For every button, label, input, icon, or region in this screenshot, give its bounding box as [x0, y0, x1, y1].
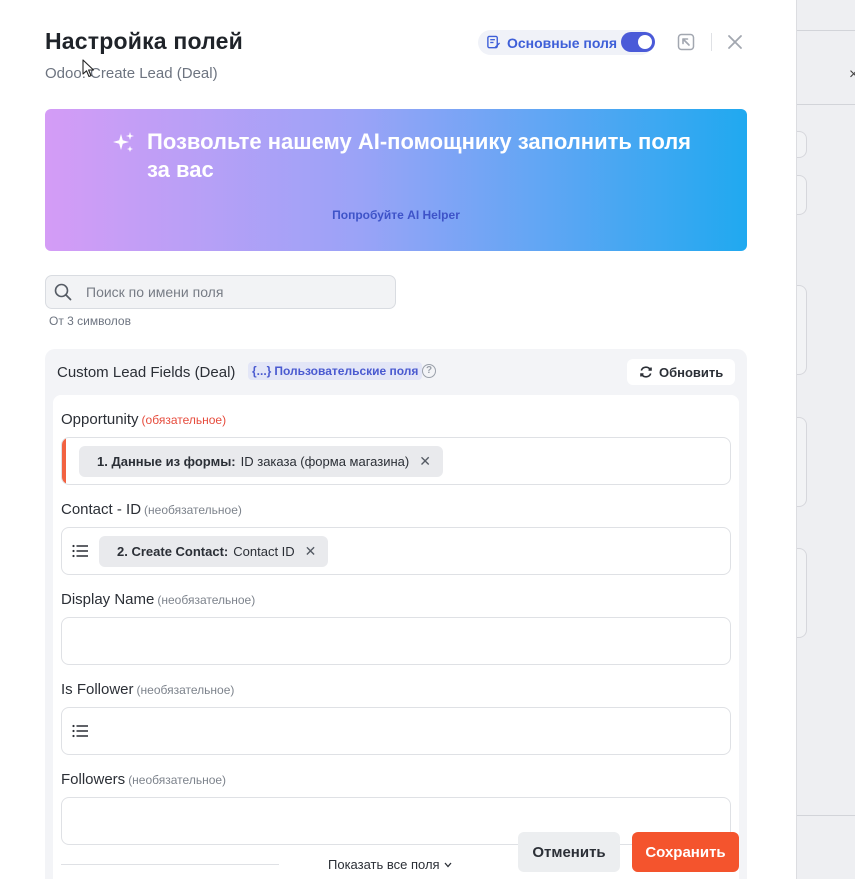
mapped-value-chip[interactable]: 1. Данные из формы: ID заказа (форма маг… [79, 446, 443, 477]
search-icon [54, 283, 72, 301]
custom-fields-section: Custom Lead Fields (Deal) {...} Пользова… [45, 349, 747, 879]
background-close-icon: × [849, 66, 855, 83]
field-optional-tag: (необязательное) [136, 683, 235, 697]
background-divider [797, 104, 855, 105]
background-box [797, 175, 807, 215]
remove-chip-icon[interactable]: ✕ [305, 543, 317, 560]
background-divider [797, 30, 855, 31]
field-name: Contact - ID [61, 501, 142, 518]
fields-list: Opportunity (обязательное) 1. Данные из ф… [53, 395, 739, 879]
show-all-fields-toggle[interactable]: Показать все поля [328, 857, 452, 872]
field-input-followers[interactable] [61, 797, 731, 845]
field-search [45, 275, 396, 309]
field-settings-panel: Настройка полей Odoo: Create Lead (Deal)… [0, 0, 796, 879]
remove-chip-icon[interactable]: ✕ [419, 453, 431, 470]
chip-value: Contact ID [233, 544, 295, 559]
help-icon[interactable]: ? [422, 364, 436, 378]
page-title: Настройка полей [45, 28, 243, 54]
refresh-button[interactable]: Обновить [627, 359, 736, 385]
field-input-opportunity[interactable]: 1. Данные из формы: ID заказа (форма маг… [61, 437, 731, 485]
chip-value: ID заказа (форма магазина) [240, 454, 410, 469]
custom-fields-badge: {...} Пользовательские поля [248, 362, 423, 380]
page-subtitle: Odoo: Create Lead (Deal) [45, 65, 218, 82]
ai-helper-banner: Позвольте нашему AI-помощнику заполнить … [45, 109, 747, 251]
field-name: Display Name [61, 591, 155, 608]
document-edit-icon [487, 35, 501, 49]
field-optional-tag: (необязательное) [144, 503, 242, 517]
ai-helper-headline: Позвольте нашему AI-помощнику заполнить … [147, 129, 692, 182]
mouse-cursor-icon [82, 59, 95, 78]
background-box [797, 285, 807, 375]
mapped-value-chip[interactable]: 2. Create Contact: Contact ID ✕ [99, 536, 329, 567]
field-name: Opportunity [61, 411, 139, 428]
field-label-opportunity: Opportunity (обязательное) [61, 411, 226, 428]
braces-icon: {...} [252, 364, 272, 378]
search-hint: От 3 символов [49, 314, 131, 328]
try-ai-helper-link[interactable]: Попробуйте AI Helper [332, 208, 460, 222]
field-input-display-name[interactable] [61, 617, 731, 665]
background-app: × [796, 0, 855, 879]
background-box [797, 548, 807, 638]
collapse-panel-icon[interactable] [675, 31, 697, 53]
field-name: Is Follower [61, 681, 134, 698]
chevron-down-icon [444, 862, 452, 867]
ai-helper-link-row: Попробуйте AI Helper [45, 208, 747, 222]
field-optional-tag: (необязательное) [157, 593, 256, 607]
field-label-followers: Followers (необязательное) [61, 771, 226, 788]
chip-source: 2. Create Contact: [117, 544, 229, 559]
close-x-icon [728, 35, 742, 49]
field-label-contact-id: Contact - ID (необязательное) [61, 501, 242, 518]
refresh-label: Обновить [659, 364, 724, 380]
field-input-is-follower[interactable] [61, 707, 731, 755]
show-all-fields-label: Показать все поля [328, 857, 440, 872]
field-required-tag: (обязательное) [141, 413, 227, 427]
background-box [797, 131, 807, 158]
custom-fields-badge-label: Пользовательские поля [274, 364, 419, 378]
sparkles-icon [113, 132, 134, 152]
save-button[interactable]: Сохранить [632, 832, 739, 872]
background-box [797, 417, 807, 507]
field-label-is-follower: Is Follower (необязательное) [61, 681, 234, 698]
field-input-contact-id[interactable]: 2. Create Contact: Contact ID ✕ [61, 527, 731, 575]
field-name: Followers [61, 771, 126, 788]
list-icon[interactable] [72, 543, 89, 559]
list-icon[interactable] [72, 723, 89, 739]
close-icon[interactable] [724, 31, 746, 53]
cancel-button[interactable]: Отменить [518, 832, 620, 872]
collapse-arrow-icon [677, 33, 695, 51]
background-divider [797, 815, 855, 816]
footer-divider [61, 864, 279, 865]
field-label-display-name: Display Name (необязательное) [61, 591, 255, 608]
field-optional-tag: (необязательное) [128, 773, 227, 787]
search-input[interactable] [86, 284, 366, 300]
basic-fields-toggle[interactable] [621, 32, 655, 52]
chip-source: 1. Данные из формы: [97, 454, 236, 469]
refresh-icon [640, 366, 652, 378]
section-title: Custom Lead Fields (Deal) [57, 364, 236, 381]
basic-fields-label: Основные поля [507, 34, 618, 51]
header-separator [711, 33, 712, 51]
